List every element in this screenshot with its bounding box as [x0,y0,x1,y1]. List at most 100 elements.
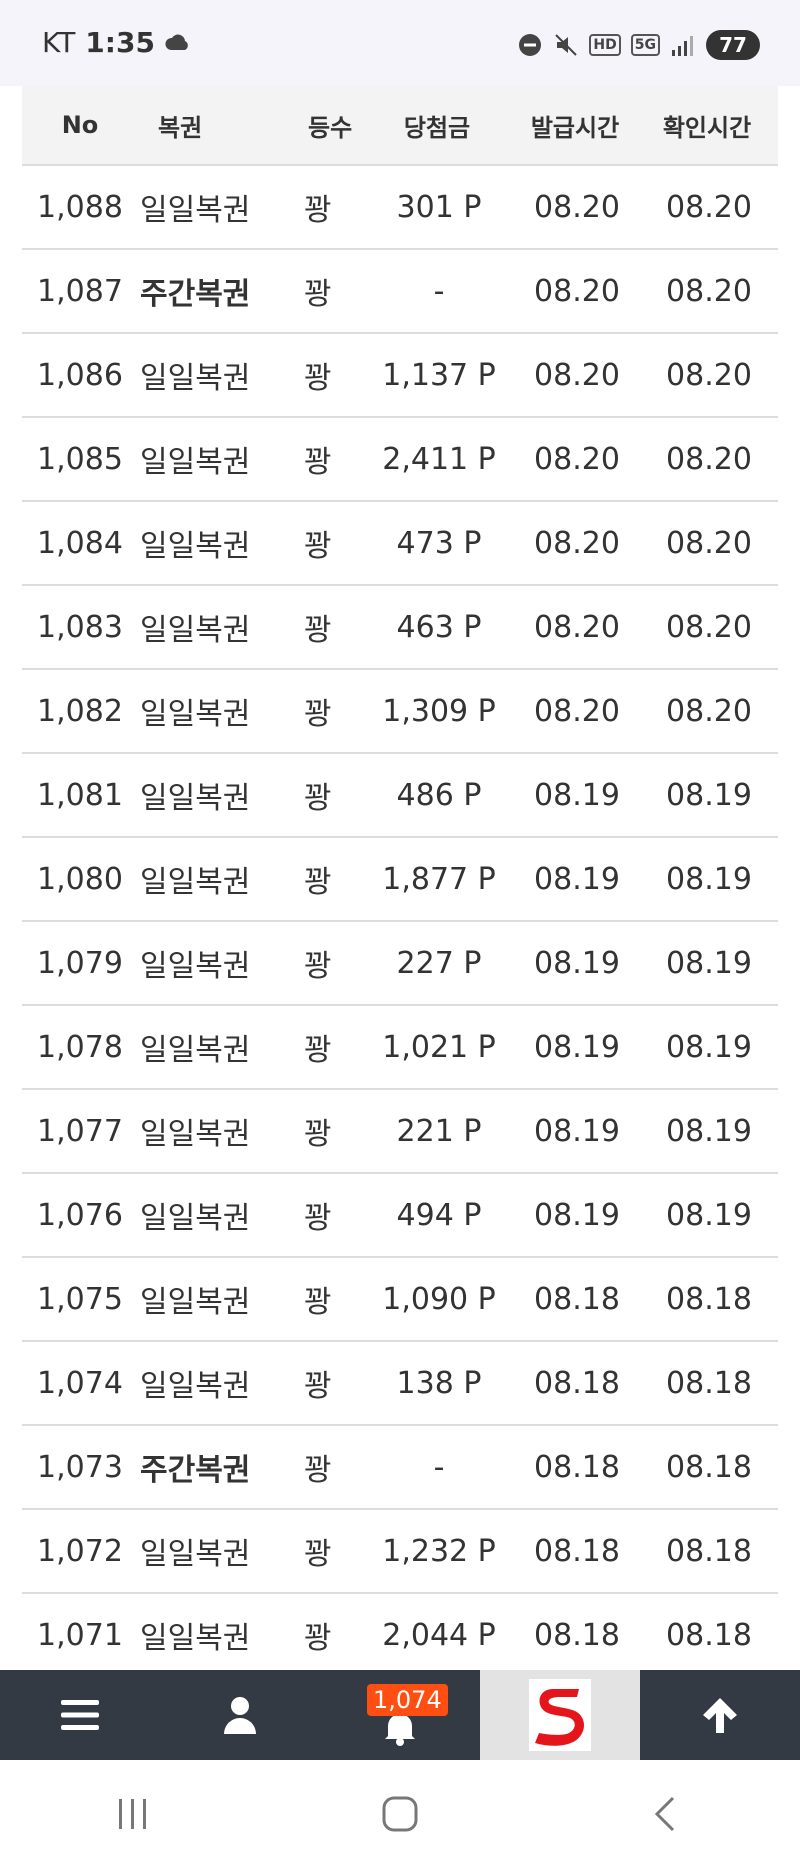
user-icon [224,1697,256,1734]
table-header: No 복권 등수 당첨금 발급시간 확인시간 [22,86,778,166]
row-checked-time: 08.19 [666,1197,752,1233]
row-checked-time: 08.19 [666,1113,752,1149]
row-no: 1,084 [37,525,123,561]
row-rank: 꽝 [304,865,332,900]
row-checked-time: 08.19 [666,861,752,897]
row-lottery-name: 일일복권 [140,613,251,648]
row-no: 1,076 [37,1197,123,1233]
col-header-checked-time: 확인시간 [662,113,752,142]
table-row[interactable]: 1,078 일일복권 꽝 1,021 P 08.19 08.19 [22,1006,778,1090]
row-rank: 꽝 [304,361,332,396]
row-no: 1,079 [37,945,123,981]
row-checked-time: 08.18 [666,1281,752,1317]
row-checked-time: 08.20 [666,609,752,645]
row-rank: 꽝 [304,193,332,228]
col-header-prize: 당첨금 [403,113,471,142]
row-issued-time: 08.20 [534,441,620,477]
row-no: 1,080 [37,861,123,897]
row-issued-time: 08.19 [534,1197,620,1233]
bottom-nav: 1,074 [0,1670,800,1760]
row-prize: 494 P [396,1197,482,1233]
menu-button[interactable] [0,1670,160,1760]
row-checked-time: 08.20 [666,441,752,477]
table-row[interactable]: 1,072 일일복권 꽝 1,232 P 08.18 08.18 [22,1510,778,1594]
row-checked-time: 08.19 [666,777,752,813]
home-logo-button[interactable] [480,1670,640,1760]
row-issued-time: 08.20 [534,357,620,393]
col-header-rank: 등수 [308,113,353,142]
row-prize: - [433,273,445,309]
table-row[interactable]: 1,081 일일복권 꽝 486 P 08.19 08.19 [22,754,778,838]
row-prize: 486 P [396,777,482,813]
row-prize: 1,137 P [382,357,496,393]
profile-button[interactable] [160,1670,320,1760]
table-row[interactable]: 1,088 일일복권 꽝 301 P 08.20 08.20 [22,166,778,250]
row-lottery-name: 일일복권 [140,1369,251,1404]
row-issued-time: 08.20 [534,189,620,225]
row-rank: 꽝 [304,697,332,732]
row-no: 1,077 [37,1113,123,1149]
row-prize: 473 P [396,525,482,561]
back-icon[interactable] [647,1794,687,1834]
row-checked-time: 08.20 [666,693,752,729]
carrier-label: KT [42,26,76,59]
row-no: 1,085 [37,441,123,477]
notifications-button[interactable]: 1,074 [320,1670,480,1760]
row-issued-time: 08.19 [534,1113,620,1149]
table-row[interactable]: 1,086 일일복권 꽝 1,137 P 08.20 08.20 [22,334,778,418]
row-rank: 꽝 [304,1369,332,1404]
table-row[interactable]: 1,077 일일복권 꽝 221 P 08.19 08.19 [22,1090,778,1174]
home-icon[interactable] [380,1794,420,1834]
row-prize: 301 P [396,189,482,225]
table-row[interactable]: 1,082 일일복권 꽝 1,309 P 08.20 08.20 [22,670,778,754]
row-lottery-name: 일일복권 [140,193,251,228]
table-row[interactable]: 1,071 일일복권 꽝 2,044 P 08.18 08.18 [22,1594,778,1678]
row-checked-time: 08.18 [666,1449,752,1485]
row-issued-time: 08.18 [534,1365,620,1401]
row-rank: 꽝 [304,1117,332,1152]
table-row[interactable]: 1,075 일일복권 꽝 1,090 P 08.18 08.18 [22,1258,778,1342]
row-issued-time: 08.18 [534,1533,620,1569]
row-no: 1,078 [37,1029,123,1065]
arrow-up-icon [703,1698,737,1733]
row-prize: 1,309 P [382,693,496,729]
row-issued-time: 08.19 [534,777,620,813]
row-prize: 2,411 P [382,441,496,477]
table-row[interactable]: 1,079 일일복권 꽝 227 P 08.19 08.19 [22,922,778,1006]
table-row[interactable]: 1,084 일일복권 꽝 473 P 08.20 08.20 [22,502,778,586]
row-issued-time: 08.20 [534,609,620,645]
table-row[interactable]: 1,080 일일복권 꽝 1,877 P 08.19 08.19 [22,838,778,922]
row-rank: 꽝 [304,781,332,816]
row-checked-time: 08.20 [666,357,752,393]
row-prize: 221 P [396,1113,482,1149]
recent-apps-icon[interactable] [113,1796,153,1832]
table-row[interactable]: 1,083 일일복권 꽝 463 P 08.20 08.20 [22,586,778,670]
table-row[interactable]: 1,087 주간복권 꽝 - 08.20 08.20 [22,250,778,334]
row-prize: 1,232 P [382,1533,496,1569]
row-checked-time: 08.20 [666,189,752,225]
system-nav-bar [0,1760,800,1867]
row-issued-time: 08.20 [534,693,620,729]
table-row[interactable]: 1,073 주간복권 꽝 - 08.18 08.18 [22,1426,778,1510]
row-rank: 꽝 [304,949,332,984]
table-row[interactable]: 1,085 일일복권 꽝 2,411 P 08.20 08.20 [22,418,778,502]
row-prize: 463 P [396,609,482,645]
row-rank: 꽝 [304,1537,332,1572]
scroll-top-button[interactable] [640,1670,800,1760]
row-prize: 227 P [396,945,482,981]
row-no: 1,081 [37,777,123,813]
status-left: KT 1:35 [42,26,191,59]
col-header-lottery: 복권 [158,113,203,142]
table-row[interactable]: 1,074 일일복권 꽝 138 P 08.18 08.18 [22,1342,778,1426]
row-prize: 1,090 P [382,1281,496,1317]
row-checked-time: 08.18 [666,1365,752,1401]
row-prize: 1,021 P [382,1029,496,1065]
row-rank: 꽝 [304,1201,332,1236]
row-no: 1,072 [37,1533,123,1569]
row-lottery-name: 일일복권 [140,1537,251,1572]
table-row[interactable]: 1,076 일일복권 꽝 494 P 08.19 08.19 [22,1174,778,1258]
row-prize: 1,877 P [382,861,496,897]
row-checked-time: 08.20 [666,525,752,561]
row-lottery-name: 일일복권 [140,1201,251,1236]
row-lottery-name: 주간복권 [140,1453,251,1488]
